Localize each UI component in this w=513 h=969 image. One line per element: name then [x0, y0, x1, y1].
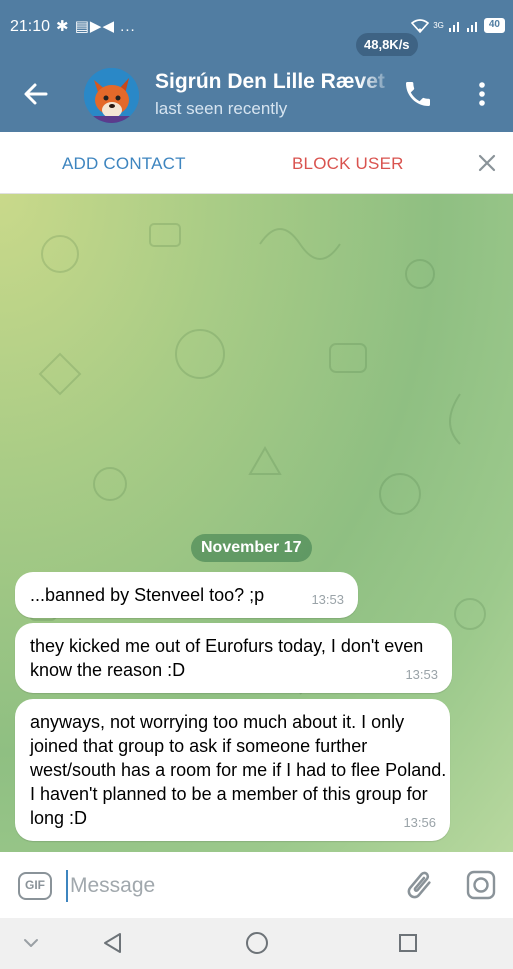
- nav-down-icon[interactable]: [20, 932, 42, 954]
- chat-area[interactable]: November 17 ...banned by Stenveel too? ;…: [0, 194, 513, 852]
- message-bubble[interactable]: anyways, not worrying too much about it.…: [15, 699, 450, 841]
- block-user-button[interactable]: BLOCK USER: [292, 154, 404, 174]
- status-right-icons: 3G 40: [411, 18, 505, 33]
- network-type-label: 3G: [433, 21, 444, 30]
- contact-name[interactable]: Sigrún Den Lille Rævet: [155, 70, 395, 94]
- message-time: 13:53: [405, 667, 438, 682]
- message-bubble[interactable]: ...banned by Stenveel too? ;p 13:53: [15, 572, 358, 618]
- close-icon[interactable]: [474, 150, 500, 176]
- status-bar: 21:10 ✱ ▤▶◀ ... 3G 40 48,8K/s: [0, 0, 513, 57]
- message-time: 13:53: [311, 592, 344, 607]
- message-text: anyways, not worrying too much about it.…: [30, 712, 447, 828]
- avatar[interactable]: [84, 68, 139, 123]
- message-text: they kicked me out of Eurofurs today, I …: [30, 636, 424, 680]
- chat-header: Sigrún Den Lille Rævet last seen recentl…: [0, 56, 513, 132]
- message-text: ...banned by Stenveel too? ;p: [30, 585, 265, 605]
- back-arrow-icon[interactable]: [18, 76, 54, 112]
- contact-action-bar: ADD CONTACT BLOCK USER: [0, 132, 513, 194]
- fox-avatar-image: [84, 68, 139, 123]
- camera-icon[interactable]: [464, 868, 498, 902]
- signal-icon-2: [466, 21, 477, 32]
- wifi-icon: [411, 18, 430, 33]
- system-nav-bar: [0, 918, 513, 969]
- contact-last-seen: last seen recently: [155, 99, 288, 118]
- gif-button[interactable]: GIF: [18, 872, 52, 900]
- nav-back-icon[interactable]: [100, 930, 126, 956]
- nav-recent-icon[interactable]: [396, 931, 420, 955]
- signal-icon: [448, 21, 459, 32]
- status-notification-icons: ✱ ▤▶◀ ...: [56, 18, 136, 35]
- date-separator: November 17: [191, 534, 312, 562]
- network-speed: 48,8K/s: [356, 33, 418, 57]
- status-time: 21:10: [10, 18, 51, 35]
- message-input-bar: GIF: [0, 852, 513, 918]
- phone-icon[interactable]: [402, 78, 434, 110]
- attach-icon[interactable]: [402, 868, 436, 902]
- message-input[interactable]: [66, 870, 386, 902]
- nav-home-icon[interactable]: [244, 930, 270, 956]
- more-vert-icon[interactable]: [466, 78, 498, 110]
- message-time: 13:56: [403, 815, 436, 830]
- battery-icon: 40: [483, 18, 505, 33]
- message-bubble[interactable]: they kicked me out of Eurofurs today, I …: [15, 623, 452, 693]
- add-contact-button[interactable]: ADD CONTACT: [62, 154, 186, 174]
